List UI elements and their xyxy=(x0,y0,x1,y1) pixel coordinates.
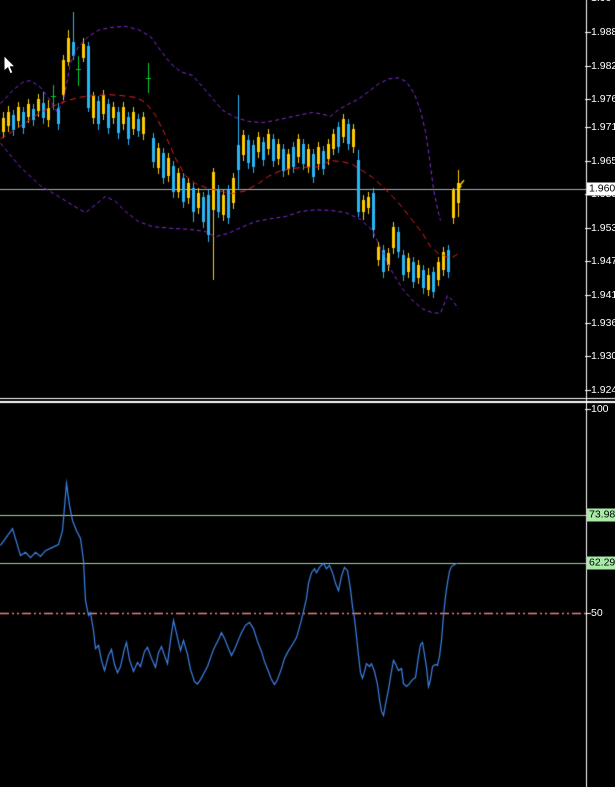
oscillator-level-badge-7398: 73.98 xyxy=(587,509,615,522)
mouse-cursor-icon xyxy=(3,55,17,76)
price-axis-tick-label: 1.971 xyxy=(591,121,615,133)
price-axis-tick-label: 1.994 xyxy=(591,0,615,4)
price-and-oscillator-chart-canvas[interactable] xyxy=(0,0,615,787)
oscillator-axis-label-50: 50 xyxy=(591,607,603,619)
oscillator-axis-label-100: 100 xyxy=(591,403,609,415)
price-axis-tick-label: 1.982 xyxy=(591,60,615,72)
price-axis-tick-label: 1.947 xyxy=(591,255,615,267)
price-axis-tick-label: 1.936 xyxy=(591,317,615,329)
price-axis-tick-label: 1.976 xyxy=(591,93,615,105)
current-price-badge: 1.960 xyxy=(587,182,615,195)
oscillator-level-badge-6229: 62.29 xyxy=(587,556,615,569)
price-axis-tick-label: 1.965 xyxy=(591,155,615,167)
price-axis-tick-label: 1.941 xyxy=(591,289,615,301)
trading-chart-window: 1.9941.9881.9821.9761.9711.9651.9591.953… xyxy=(0,0,615,787)
price-axis-tick-label: 1.930 xyxy=(591,350,615,362)
price-axis-tick-label: 1.924 xyxy=(591,384,615,396)
price-axis-tick-label: 1.953 xyxy=(591,222,615,234)
price-axis-tick-label: 1.988 xyxy=(591,26,615,38)
